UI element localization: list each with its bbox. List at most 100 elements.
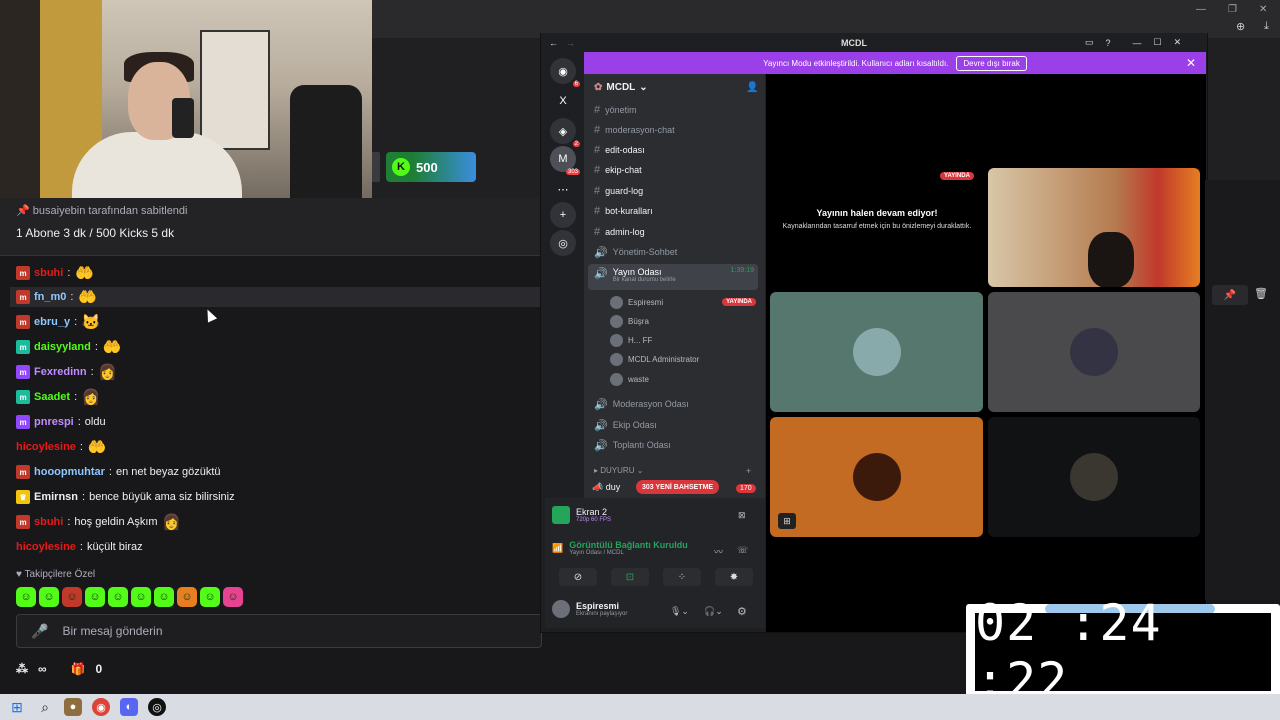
user-panel[interactable]: Espiresmi Ekranını paylaşıyor xyxy=(552,600,627,618)
voice-channel-item[interactable]: 🔊 Moderasyon Odası xyxy=(588,395,758,413)
voice-member[interactable]: Büşra xyxy=(610,313,756,329)
soundboard-icon[interactable]: ✸ xyxy=(715,568,753,586)
chat-username[interactable]: ebru_y xyxy=(34,316,70,328)
emote-icon[interactable]: ☺ xyxy=(16,587,36,607)
chat-username[interactable]: sbuhi xyxy=(34,267,63,279)
voice-channel-item[interactable]: 🔊 Ekip Odası xyxy=(588,416,758,434)
server-mcdl-icon[interactable]: M 303 xyxy=(550,146,580,175)
emote-icon[interactable]: ☺ xyxy=(177,587,197,607)
emote-icon[interactable]: ☺ xyxy=(62,587,82,607)
category-duyuru[interactable]: ▸ DUYURU ⌄ xyxy=(594,466,643,475)
emote-icon[interactable]: ☺ xyxy=(131,587,151,607)
emote-icon[interactable]: ☺ xyxy=(223,587,243,607)
screen-share-card[interactable]: Ekran 2 720p 60 FPS xyxy=(552,506,611,524)
activities-icon[interactable]: ⁘ xyxy=(663,568,701,586)
dc-minimize-icon[interactable]: — xyxy=(1133,38,1142,48)
trash-icon[interactable]: 🗑 xyxy=(1254,287,1268,300)
chat-username[interactable]: sbuhi xyxy=(34,516,63,528)
channel-item[interactable]: # ekip-chat xyxy=(588,161,758,179)
more-servers-icon[interactable]: ⋯ xyxy=(550,176,576,202)
dc-close-icon[interactable]: ✕ xyxy=(1174,37,1182,48)
chat-input[interactable]: 🎤 Bir mesaj gönderin xyxy=(16,614,542,648)
emote-icon[interactable]: ☺ xyxy=(108,587,128,607)
video-tile-webcam[interactable] xyxy=(988,168,1200,287)
download-icon[interactable]: ⤓ xyxy=(1264,20,1269,33)
back-arrow-icon[interactable]: ← xyxy=(549,38,558,48)
discover-icon[interactable]: ◎ xyxy=(550,230,576,256)
voice-member[interactable]: Espiresmi YAYINDA xyxy=(610,294,756,310)
emote-icon[interactable]: ☺ xyxy=(154,587,174,607)
chat-username[interactable]: Saadet xyxy=(34,391,70,403)
add-channel-icon[interactable]: + xyxy=(746,466,751,476)
add-server-icon[interactable]: + xyxy=(550,202,576,228)
chat-username[interactable]: Fexredinn xyxy=(34,366,87,378)
server-x-icon[interactable]: X xyxy=(550,88,576,114)
chat-username[interactable]: hicoylesine xyxy=(16,541,76,553)
video-tile-participant[interactable] xyxy=(770,292,983,412)
chat-username[interactable]: fn_m0 xyxy=(34,291,66,303)
gift-icon[interactable]: 🎁 xyxy=(71,662,86,676)
obs-icon[interactable]: ◎ xyxy=(148,698,166,716)
direct-messages-icon[interactable]: ◉ 6 xyxy=(550,58,580,87)
restore-icon[interactable]: ❐ xyxy=(1228,4,1237,15)
channel-item[interactable]: # guard-log xyxy=(588,182,758,200)
emote-icon[interactable]: ☺ xyxy=(85,587,105,607)
voice-channel-item[interactable]: 🔊 Toplantı Odası xyxy=(588,436,758,454)
chat-username[interactable]: Emirnsn xyxy=(34,491,78,503)
mention-pill[interactable]: 303 YENİ BAHSETME xyxy=(636,480,720,494)
guild-header[interactable]: ✿ MCDL ⌄ xyxy=(594,82,648,93)
headphones-icon[interactable]: 🎧⌄ xyxy=(704,606,723,617)
emote-bar[interactable]: ☺ ☺ ☺ ☺ ☺ ☺ ☺ ☺ ☺ ☺ xyxy=(16,587,243,607)
activity-icon[interactable]: ⊞ xyxy=(778,513,796,529)
channel-duy[interactable]: 📣 duy xyxy=(592,482,620,493)
forward-arrow-icon[interactable]: → xyxy=(566,38,575,48)
channel-item[interactable]: # admin-log xyxy=(588,223,758,241)
video-tile-participant[interactable] xyxy=(988,292,1200,412)
channel-item[interactable]: # edit-odası xyxy=(588,141,758,159)
server-icon[interactable]: ◈ 2 xyxy=(550,118,580,147)
chat-message: m fn_m0: 🤲 xyxy=(10,287,540,307)
channel-item[interactable]: # bot-kuralları xyxy=(588,202,758,220)
chat-username[interactable]: hicoylesine xyxy=(16,441,76,453)
share-screen-icon[interactable]: ⊡ xyxy=(611,568,649,586)
disconnect-icon[interactable]: ☏ xyxy=(737,545,748,556)
pin-button[interactable]: 📌 xyxy=(1212,285,1248,305)
channel-item[interactable]: 🔊 Yönetim-Sohbet xyxy=(588,243,758,261)
stop-share-icon[interactable]: ⊠ xyxy=(738,510,746,521)
dc-maximize-icon[interactable]: ☐ xyxy=(1154,37,1162,48)
inbox-icon[interactable]: ▭ xyxy=(1085,37,1094,48)
video-tile-participant[interactable]: ⊞ xyxy=(770,417,983,537)
help-icon[interactable]: ? xyxy=(1106,38,1111,48)
close-icon[interactable]: ✕ xyxy=(1259,4,1267,15)
viewers-icon[interactable]: ⁂ xyxy=(16,662,28,676)
app-icon[interactable]: ● xyxy=(64,698,82,716)
window-controls[interactable]: — ❐ ✕ xyxy=(1196,4,1267,15)
emote-icon[interactable]: ☺ xyxy=(200,587,220,607)
pinned-text: 1 Abone 3 dk / 500 Kicks 5 dk xyxy=(16,226,175,240)
zoom-icon[interactable]: ⊕ xyxy=(1236,20,1245,33)
search-icon[interactable]: ⌕ xyxy=(36,698,54,716)
voice-member[interactable]: MCDL Administrator xyxy=(610,351,756,367)
microphone-icon[interactable]: 🎤 xyxy=(31,623,48,640)
channel-item[interactable]: # moderasyon-chat xyxy=(588,121,758,139)
voice-member[interactable]: H... FF xyxy=(610,332,756,348)
chrome-icon[interactable]: ◉ xyxy=(92,698,110,716)
chat-username[interactable]: daisyyland xyxy=(34,341,91,353)
minimize-icon[interactable]: — xyxy=(1196,4,1206,15)
mic-icon[interactable]: 🎙⌄ xyxy=(670,606,689,617)
voice-member[interactable]: waste xyxy=(610,371,756,387)
camera-off-icon[interactable]: ⊘ xyxy=(559,568,597,586)
chat-username[interactable]: pnrespi xyxy=(34,416,74,428)
windows-start-icon[interactable]: ⊞ xyxy=(8,698,26,716)
noise-icon[interactable]: 〰 xyxy=(714,545,723,558)
settings-gear-icon[interactable]: ⚙ xyxy=(737,605,747,618)
channel-item-yayin-odasi[interactable]: 🔊 Yayın Odası Bir kanal durumu belirle 1:39… xyxy=(588,264,758,290)
invite-icon[interactable]: 👤 xyxy=(746,82,758,93)
disable-streamer-mode-button[interactable]: Devre dışı bırak xyxy=(956,55,1027,71)
channel-item[interactable]: # yönetim xyxy=(588,101,758,119)
emote-icon[interactable]: ☺ xyxy=(39,587,59,607)
banner-close-icon[interactable]: ✕ xyxy=(1186,56,1196,70)
discord-taskbar-icon[interactable]: ◐ xyxy=(120,698,138,716)
chat-username[interactable]: hooopmuhtar xyxy=(34,466,105,478)
video-tile-participant[interactable] xyxy=(988,417,1200,537)
